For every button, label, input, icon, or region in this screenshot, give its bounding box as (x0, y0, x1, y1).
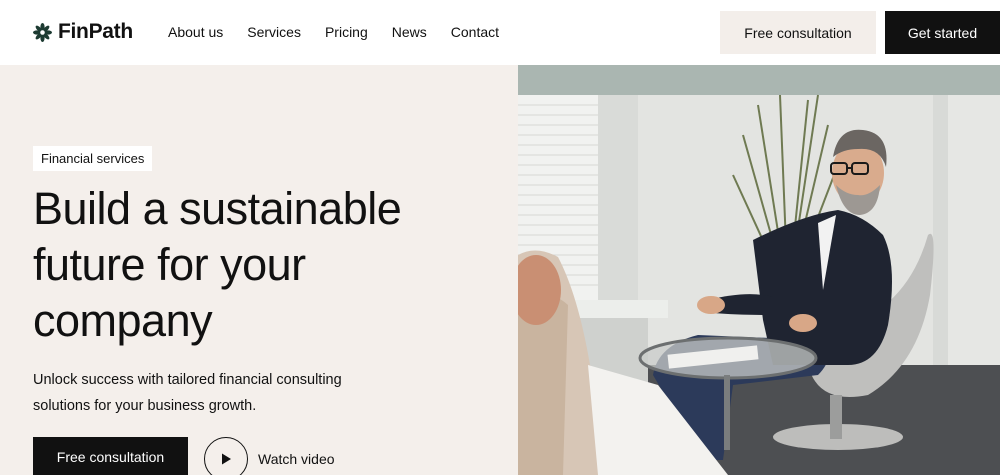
play-icon (222, 453, 231, 465)
play-button[interactable] (204, 437, 248, 475)
nav-item-pricing[interactable]: Pricing (325, 24, 368, 40)
hero-free-consultation-button[interactable]: Free consultation (33, 437, 188, 475)
brand-name: FinPath (58, 20, 133, 43)
nav-item-contact[interactable]: Contact (451, 24, 499, 40)
brand-logo[interactable]: FinPath (33, 20, 133, 44)
asterisk-flower-icon (33, 22, 52, 42)
watch-video-link[interactable]: Watch video (204, 437, 335, 475)
hero-title: Build a sustainable future for your comp… (33, 183, 402, 346)
nav-item-news[interactable]: News (392, 24, 427, 40)
nav-item-services[interactable]: Services (247, 24, 301, 40)
watch-video-label: Watch video (258, 451, 335, 467)
nav-item-about-us[interactable]: About us (168, 24, 223, 40)
header-free-consultation-button[interactable]: Free consultation (720, 11, 876, 54)
hero-photo (518, 65, 1000, 475)
consultation-illustration (518, 65, 1000, 475)
main-nav: About us Services Pricing News Contact (168, 24, 499, 40)
category-badge: Financial services (33, 146, 153, 171)
hero-section: Financial services Build a sustainable f… (0, 65, 518, 475)
site-header: FinPath About us Services Pricing News C… (0, 0, 1000, 65)
hero-subtitle: Unlock success with tailored financial c… (33, 372, 342, 414)
get-started-button[interactable]: Get started (885, 11, 1000, 54)
